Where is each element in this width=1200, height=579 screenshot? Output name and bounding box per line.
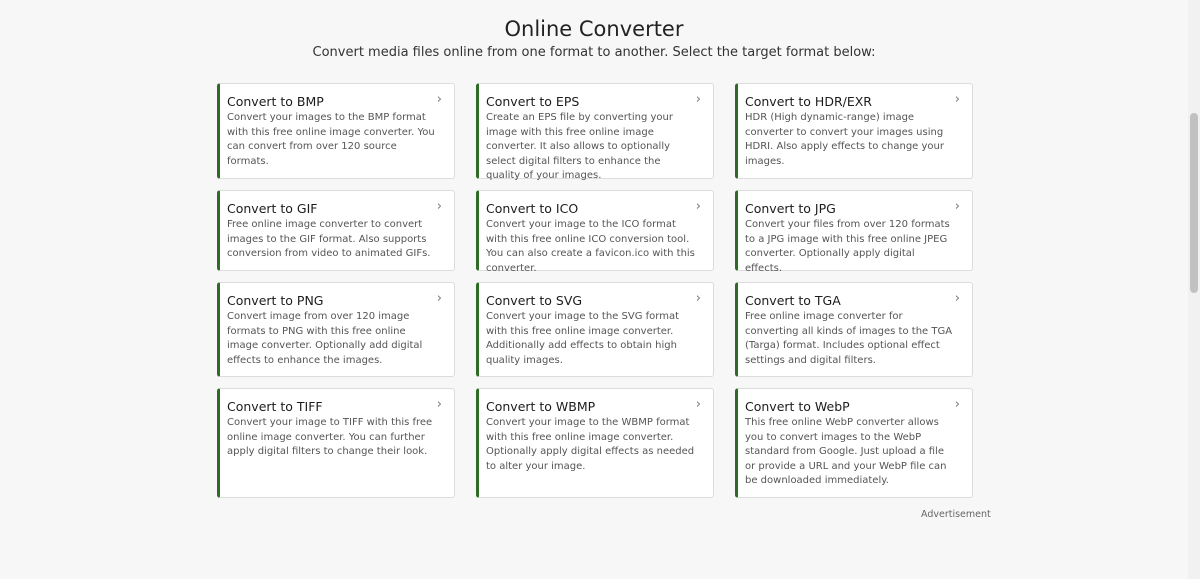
card-hdr-exr[interactable]: Convert to HDR/EXR HDR (High dynamic-ran… [735, 83, 973, 179]
card-webp[interactable]: Convert to WebP This free online WebP co… [735, 388, 973, 498]
card-description: This free online WebP converter allows y… [745, 417, 947, 486]
card-description: Convert your files from over 120 formats… [745, 219, 950, 274]
chevron-right-icon: › [954, 92, 960, 107]
chevron-right-icon: › [954, 291, 960, 306]
card-title: Convert to EPS [486, 94, 580, 109]
chevron-right-icon: › [695, 92, 701, 107]
card-description: HDR (High dynamic-range) image converter… [745, 112, 944, 167]
card-title: Convert to ICO [486, 201, 579, 216]
card-title: Convert to HDR/EXR [745, 94, 872, 109]
card-tga[interactable]: Convert to TGA Free online image convert… [735, 282, 973, 377]
page-subtitle: Convert media files online from one form… [312, 45, 876, 60]
chevron-right-icon: › [695, 291, 701, 306]
card-title: Convert to PNG [227, 293, 324, 308]
scrollbar-thumb[interactable] [1190, 113, 1198, 293]
chevron-right-icon: › [436, 199, 442, 214]
card-title: Convert to WebP [745, 399, 850, 414]
card-description: Convert your image to the WBMP format wi… [486, 417, 695, 472]
chevron-right-icon: › [954, 199, 960, 214]
card-title: Convert to BMP [227, 94, 324, 109]
card-description: Free online image converter to convert i… [227, 219, 431, 259]
converter-grid: Convert to BMP Convert your images to th… [217, 83, 973, 498]
card-title: Convert to JPG [745, 201, 836, 216]
card-tiff[interactable]: Convert to TIFF Convert your image to TI… [217, 388, 455, 498]
card-title: Convert to GIF [227, 201, 318, 216]
card-svg[interactable]: Convert to SVG Convert your image to the… [476, 282, 714, 377]
card-description: Create an EPS file by converting your im… [486, 112, 673, 181]
card-gif[interactable]: Convert to GIF Free online image convert… [217, 190, 455, 271]
card-description: Convert your image to TIFF with this fre… [227, 417, 433, 457]
card-description: Convert image from over 120 image format… [227, 311, 423, 366]
chevron-right-icon: › [695, 199, 701, 214]
chevron-right-icon: › [695, 397, 701, 412]
chevron-right-icon: › [436, 291, 442, 306]
card-wbmp[interactable]: Convert to WBMP Convert your image to th… [476, 388, 714, 498]
card-eps[interactable]: Convert to EPS Create an EPS file by con… [476, 83, 714, 181]
card-title: Convert to SVG [486, 293, 583, 308]
card-bmp[interactable]: Convert to BMP Convert your images to th… [217, 83, 455, 179]
card-title: Convert to TIFF [227, 399, 323, 414]
card-title: Convert to TGA [745, 293, 841, 308]
card-ico[interactable]: Convert to ICO Convert your image to the… [476, 190, 714, 274]
page-title: Online Converter [504, 17, 684, 41]
advertisement-label: Advertisement [921, 509, 991, 520]
card-description: Convert your images to the BMP format wi… [227, 112, 435, 167]
card-jpg[interactable]: Convert to JPG Convert your files from o… [735, 190, 973, 274]
card-png[interactable]: Convert to PNG Convert image from over 1… [217, 282, 455, 377]
card-description: Convert your image to the ICO format wit… [486, 219, 695, 274]
chevron-right-icon: › [436, 92, 442, 107]
card-title: Convert to WBMP [486, 399, 596, 414]
vertical-scrollbar[interactable] [1188, 0, 1200, 579]
page: Online Converter Convert media files onl… [0, 0, 1188, 579]
card-description: Convert your image to the SVG format wit… [486, 311, 679, 366]
card-description: Free online image converter for converti… [745, 311, 953, 366]
chevron-right-icon: › [436, 397, 442, 412]
chevron-right-icon: › [954, 397, 960, 412]
